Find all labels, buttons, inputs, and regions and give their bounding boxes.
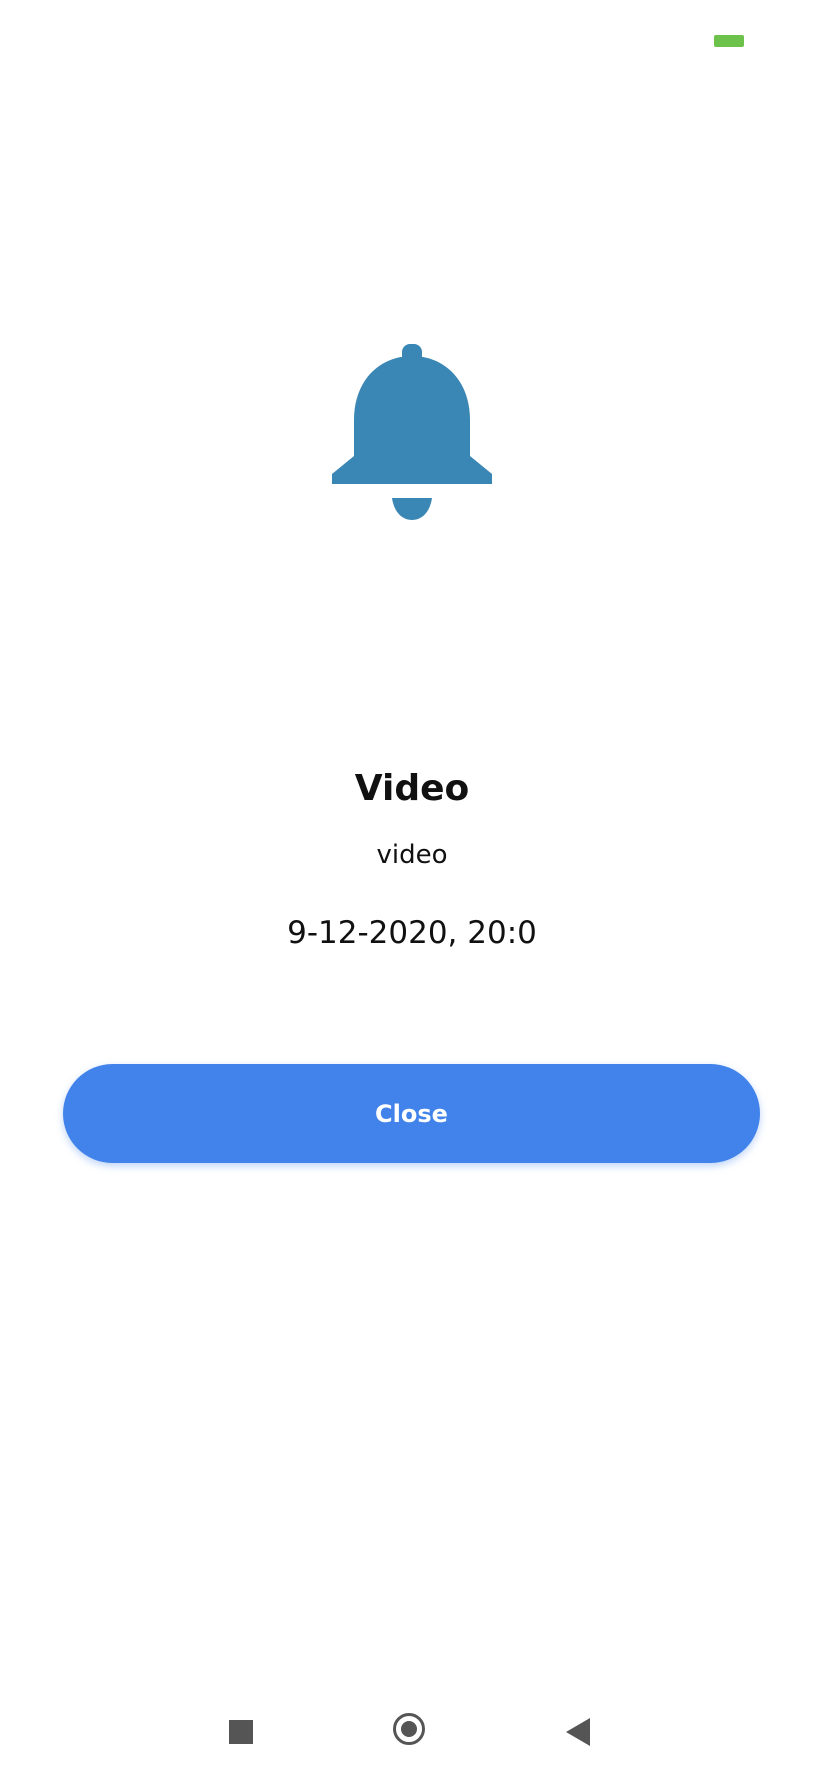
recents-square-icon[interactable] <box>229 1720 253 1744</box>
alert-title: Video <box>354 768 470 809</box>
alert-subtitle: video <box>376 840 448 870</box>
home-circle-icon[interactable] <box>393 1713 425 1745</box>
battery-icon <box>714 35 744 47</box>
back-triangle-icon[interactable] <box>566 1718 590 1746</box>
navigation-bar <box>0 1700 824 1776</box>
alert-datetime: 9-12-2020, 20:0 <box>287 915 537 951</box>
bell-icon <box>332 344 492 520</box>
close-button[interactable]: Close <box>63 1064 760 1163</box>
